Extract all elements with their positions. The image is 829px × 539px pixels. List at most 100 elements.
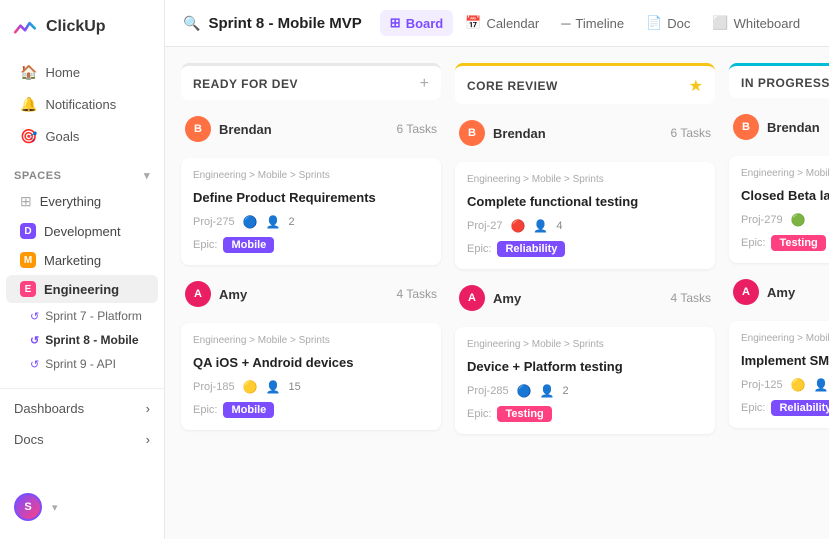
task-title-185: QA iOS + Android devices [193, 354, 429, 372]
epic-label-27: Epic: [467, 243, 491, 255]
main-content: 🔍 Sprint 8 - Mobile MVP ⊞ Board 📅 Calend… [165, 0, 829, 539]
sidebar-item-dashboards[interactable]: Dashboards › [0, 393, 164, 424]
sidebar-item-engineering[interactable]: E Engineering [6, 275, 158, 303]
epic-label-125: Epic: [741, 402, 765, 414]
task-title-285: Device + Platform testing [467, 358, 703, 376]
logo: ClickUp [0, 0, 164, 52]
task-meta-27: Proj-27 🔴 👤 4 [467, 219, 703, 233]
task-id-125: Proj-125 [741, 379, 783, 391]
tab-calendar[interactable]: 📅 Calendar [455, 10, 549, 36]
avatar-amy-ready: A [185, 281, 211, 307]
task-assignees-27: 4 [556, 220, 562, 232]
sidebar-item-development[interactable]: D Development [6, 217, 158, 245]
whiteboard-tab-icon: ⬜ [712, 15, 728, 31]
task-breadcrumb-185: Engineering > Mobile > Sprints [193, 335, 429, 346]
sidebar-sprint-8-label: Sprint 8 - Mobile [45, 333, 138, 347]
task-epic-row-185: Epic: Mobile [193, 402, 429, 418]
tab-board[interactable]: ⊞ Board [380, 10, 453, 36]
sidebar-item-everything-label: Everything [40, 194, 101, 209]
task-flag-125: 🟡 [791, 378, 806, 392]
epic-badge-27: Reliability [497, 241, 565, 257]
task-flag-27: 🔴 [510, 219, 525, 233]
sprint-icon-8: ↺ [30, 334, 39, 347]
marketing-dot: M [20, 252, 36, 268]
group-tasks-brendan-ready: 6 Tasks [397, 122, 437, 136]
sidebar-sprint-7-label: Sprint 7 - Platform [45, 309, 142, 323]
task-breadcrumb-285: Engineering > Mobile > Sprints [467, 339, 703, 350]
topbar-tabs: ⊞ Board 📅 Calendar ─ Timeline 📄 Doc ⬜ Wh… [380, 10, 810, 36]
column-core: CORE REVIEW ★ B Brendan 6 Tasks Engineer… [455, 63, 715, 523]
task-title-275: Define Product Requirements [193, 189, 429, 207]
grid-icon: ⊞ [20, 193, 32, 210]
dashboards-label: Dashboards [14, 401, 84, 416]
sidebar-sprint-7[interactable]: ↺ Sprint 7 - Platform [0, 304, 164, 328]
user-menu-chevron[interactable]: ▾ [52, 501, 58, 514]
group-tasks-amy-core: 4 Tasks [671, 291, 711, 305]
task-breadcrumb-275: Engineering > Mobile > Sprints [193, 170, 429, 181]
epic-badge-275: Mobile [223, 237, 274, 253]
task-flag-185: 🟡 [243, 380, 258, 394]
task-id-27: Proj-27 [467, 220, 502, 232]
task-meta-285: Proj-285 🔵 👤 2 [467, 384, 703, 398]
sprint-icon-9: ↺ [30, 358, 39, 371]
column-title-ready: READY FOR DEV [193, 77, 298, 91]
sidebar-item-docs[interactable]: Docs › [0, 424, 164, 455]
group-tasks-brendan-core: 6 Tasks [671, 126, 711, 140]
group-name-brendan-ready: Brendan [219, 122, 272, 137]
group-header-brendan-inprogress: B Brendan 6 Tasks [729, 108, 829, 146]
task-flag-279: 🟢 [791, 213, 806, 227]
avatar-brendan-ready: B [185, 116, 211, 142]
task-id-285: Proj-285 [467, 385, 509, 397]
task-id-185: Proj-185 [193, 381, 235, 393]
doc-tab-icon: 📄 [646, 15, 662, 31]
task-epic-row-275: Epic: Mobile [193, 237, 429, 253]
spaces-chevron[interactable]: ▾ [144, 169, 150, 182]
avatar-brendan-inprogress: B [733, 114, 759, 140]
logo-text: ClickUp [46, 18, 106, 36]
timeline-tab-icon: ─ [561, 16, 570, 31]
task-breadcrumb-27: Engineering > Mobile > Sprints [467, 174, 703, 185]
task-card-proj275[interactable]: Engineering > Mobile > Sprints Define Pr… [181, 158, 441, 265]
task-epic-row-285: Epic: Testing [467, 406, 703, 422]
epic-label-275: Epic: [193, 239, 217, 251]
sidebar-item-notifications-label: Notifications [45, 97, 116, 112]
group-name-brendan-inprogress: Brendan [767, 120, 820, 135]
sidebar-item-goals[interactable]: 🎯 Goals [6, 121, 158, 152]
sidebar-item-notifications[interactable]: 🔔 Notifications [6, 89, 158, 120]
task-card-proj185[interactable]: Engineering > Mobile > Sprints QA iOS + … [181, 323, 441, 430]
tab-doc[interactable]: 📄 Doc [636, 10, 700, 36]
task-flag-275: 🔵 [243, 215, 258, 229]
sprint-icon-7: ↺ [30, 310, 39, 323]
task-flag-285: 🔵 [517, 384, 532, 398]
task-card-proj27[interactable]: Engineering > Mobile > Sprints Complete … [455, 162, 715, 269]
task-title-27: Complete functional testing [467, 193, 703, 211]
home-icon: 🏠 [20, 64, 37, 81]
tab-calendar-label: Calendar [486, 16, 539, 31]
assignees-icon-285: 👤 [540, 384, 555, 398]
group-header-brendan-ready: B Brendan 6 Tasks [181, 110, 441, 148]
user-avatar[interactable]: S [14, 493, 42, 521]
epic-label-185: Epic: [193, 404, 217, 416]
task-card-proj125[interactable]: Engineering > Mobile > Sprints Implement… [729, 321, 829, 428]
task-meta-279: Proj-279 🟢 [741, 213, 829, 227]
column-add-ready[interactable]: + [420, 76, 429, 92]
sidebar-item-home[interactable]: 🏠 Home [6, 57, 158, 88]
task-card-proj279[interactable]: Engineering > Mobile > Sprints Closed Be… [729, 156, 829, 263]
sidebar-sprint-8[interactable]: ↺ Sprint 8 - Mobile [0, 328, 164, 352]
task-assignees-285: 2 [562, 385, 568, 397]
tab-whiteboard[interactable]: ⬜ Whiteboard [702, 10, 810, 36]
board-tab-icon: ⊞ [390, 15, 401, 31]
sidebar-item-everything[interactable]: ⊞ Everything [6, 187, 158, 216]
tab-timeline[interactable]: ─ Timeline [551, 11, 634, 36]
task-meta-125: Proj-125 🟡 👤 2 [741, 378, 829, 392]
sidebar-item-marketing[interactable]: M Marketing [6, 246, 158, 274]
epic-label-279: Epic: [741, 237, 765, 249]
sidebar-sprint-9[interactable]: ↺ Sprint 9 - API [0, 352, 164, 376]
goals-icon: 🎯 [20, 128, 37, 145]
task-title-125: Implement SMS opt-in [741, 352, 829, 370]
group-header-amy-core: A Amy 4 Tasks [455, 279, 715, 317]
column-header-ready: READY FOR DEV + [181, 63, 441, 100]
column-star-core[interactable]: ★ [689, 76, 703, 96]
task-card-proj285[interactable]: Engineering > Mobile > Sprints Device + … [455, 327, 715, 434]
column-header-inprogress: IN PROGRESS [729, 63, 829, 98]
